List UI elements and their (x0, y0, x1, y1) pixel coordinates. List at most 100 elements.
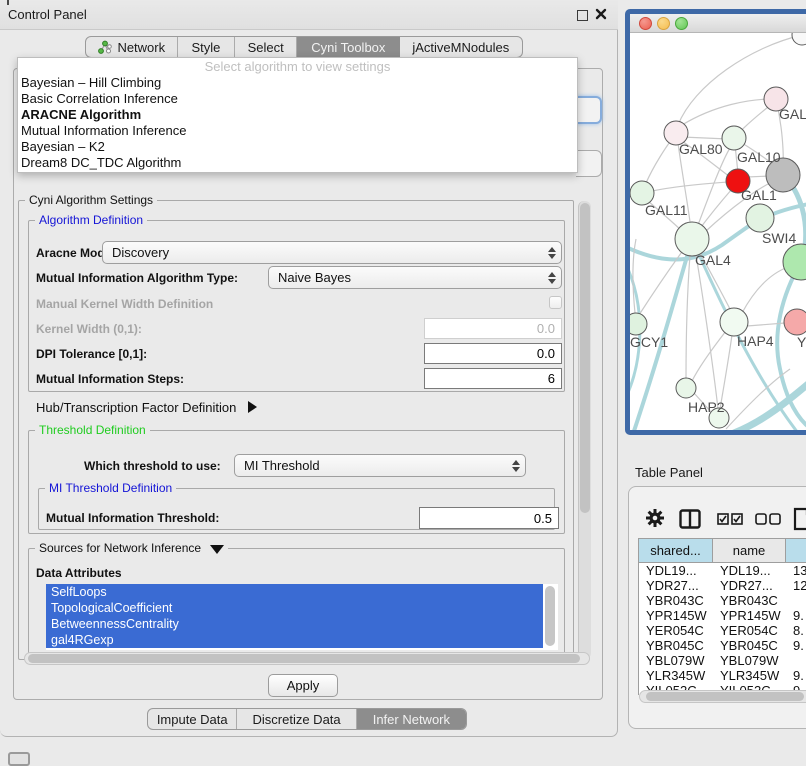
node-gal10[interactable] (722, 126, 746, 150)
algorithm-option[interactable]: Mutual Information Inference (18, 123, 577, 139)
mi-threshold-label: Mutual Information Threshold: (46, 511, 219, 525)
aracne-mode-combobox[interactable]: Discovery (102, 241, 562, 264)
dock-icon[interactable] (8, 752, 30, 766)
algorithm-option[interactable]: Dream8 DC_TDC Algorithm (18, 155, 577, 171)
scrollbar-thumb[interactable] (28, 654, 580, 663)
node[interactable] (792, 33, 806, 45)
node-swi4[interactable] (746, 204, 774, 232)
network-view-window[interactable]: GAL80 GAL10 GAL1 GAL11 SWI4 GAL4 GCY1 HA… (625, 9, 806, 435)
list-item[interactable]: BetweennessCentrality (46, 616, 543, 632)
tab-network[interactable]: Network (86, 37, 178, 57)
column-header-clipped[interactable] (786, 539, 806, 563)
close-traffic-light-icon[interactable] (639, 17, 652, 30)
table-row[interactable]: YDL19... YDL19... 13 (639, 563, 806, 578)
edge[interactable] (696, 255, 718, 409)
list-item[interactable]: TopologicalCoefficient (46, 600, 543, 616)
edge-artifact (7, 0, 9, 5)
column-header-shared-name[interactable]: shared... (639, 539, 713, 563)
minimize-traffic-light-icon[interactable] (657, 17, 670, 30)
table-row[interactable]: YBL079W YBL079W (639, 653, 806, 668)
list-item[interactable]: SelfLoops (46, 584, 543, 600)
settings-horizontal-scrollbar[interactable] (24, 652, 590, 665)
sources-group-title[interactable]: Sources for Network Inference (35, 541, 228, 555)
edge[interactable] (682, 137, 728, 139)
table-panel: shared... name YDL19... YDL19... 13 YDR2… (628, 486, 806, 729)
scrollbar-thumb[interactable] (580, 203, 590, 513)
edge[interactable] (646, 139, 672, 183)
column-header-name[interactable]: name (713, 539, 786, 563)
float-window-icon[interactable] (577, 10, 588, 21)
table-row[interactable]: YBR043C YBR043C (639, 593, 806, 608)
table-row[interactable]: YBR045C YBR045C 9. (639, 638, 806, 653)
tab-discretize-data[interactable]: Discretize Data (237, 709, 356, 729)
table-header-row: shared... name (639, 539, 806, 563)
window-title: Control Panel (8, 7, 87, 22)
node-label: GAL1 (741, 187, 777, 203)
scrollbar-thumb[interactable] (545, 586, 555, 646)
algorithm-option-selected[interactable]: ARACNE Algorithm (18, 107, 577, 123)
mi-algorithm-type-combobox[interactable]: Naive Bayes (268, 266, 562, 289)
algorithm-option[interactable]: Bayesian – K2 (18, 139, 577, 155)
network-window-titlebar (630, 14, 806, 33)
node-gal4[interactable] (675, 222, 709, 256)
column-view-icon[interactable] (679, 509, 701, 529)
kernel-width-label: Kernel Width (0,1): (36, 322, 142, 336)
mi-steps-field[interactable] (424, 368, 562, 389)
data-attributes-list: SelfLoops TopologicalCoefficient Between… (46, 584, 558, 650)
group-title: Algorithm Definition (35, 213, 147, 227)
table-row[interactable]: YLR345W YLR345W 9. (639, 668, 806, 683)
node-label: GAL11 (645, 202, 688, 218)
table-row[interactable]: YER054C YER054C 8. (639, 623, 806, 638)
control-panel-titlebar: Control Panel (0, 0, 618, 30)
table-row[interactable]: YDR27... YDR27... 12 (639, 578, 806, 593)
list-vertical-scrollbar[interactable] (545, 586, 555, 648)
tab-style[interactable]: Style (178, 37, 236, 57)
gear-icon[interactable] (646, 509, 664, 527)
combobox-arrows-icon (543, 247, 561, 259)
edge[interactable] (734, 379, 806, 431)
node-label: GCY1 (630, 334, 668, 350)
edge[interactable] (682, 99, 772, 125)
zoom-traffic-light-icon[interactable] (675, 17, 688, 30)
algorithm-dropdown-prompt: Select algorithm to view settings (18, 58, 577, 75)
scrollbar-thumb[interactable] (646, 692, 804, 701)
group-title: MI Threshold Definition (45, 481, 176, 495)
algorithm-option[interactable]: Bayesian – Hill Climbing (18, 75, 577, 91)
tab-select[interactable]: Select (235, 37, 297, 57)
select-all-checkboxes-icon[interactable] (717, 513, 743, 525)
table-horizontal-scrollbar[interactable] (639, 690, 806, 703)
edge[interactable] (652, 182, 728, 191)
node-label: GAL80 (679, 141, 723, 157)
node-salmon[interactable] (784, 309, 806, 335)
close-icon[interactable] (595, 8, 607, 20)
dpi-tolerance-field[interactable] (424, 343, 562, 364)
algorithm-option[interactable]: Basic Correlation Inference (18, 91, 577, 107)
node-table: shared... name YDL19... YDL19... 13 YDR2… (638, 538, 806, 695)
hub-definition-toggle[interactable]: Hub/Transcription Factor Definition (36, 400, 257, 415)
mi-threshold-field[interactable] (419, 507, 559, 529)
new-table-icon[interactable] (793, 507, 806, 531)
apply-button[interactable]: Apply (268, 674, 338, 697)
tab-impute-data[interactable]: Impute Data (148, 709, 237, 729)
edge[interactable] (686, 255, 690, 379)
which-threshold-combobox[interactable]: MI Threshold (234, 454, 526, 477)
tab-infer-network[interactable]: Infer Network (357, 709, 466, 729)
control-panel-window: Control Panel Network Style Select Cyni … (0, 0, 618, 737)
list-item[interactable]: gal4RGexp (46, 632, 543, 648)
combobox-arrows-icon (543, 272, 561, 284)
node-hap2[interactable] (676, 378, 696, 398)
network-canvas[interactable]: GAL80 GAL10 GAL1 GAL11 SWI4 GAL4 GCY1 HA… (630, 33, 806, 431)
network-icon (97, 40, 112, 55)
tab-jactivemnodules[interactable]: jActiveMNodules (400, 37, 522, 57)
deselect-checkboxes-icon[interactable] (755, 513, 781, 525)
manual-kernel-label: Manual Kernel Width Definition (36, 297, 213, 311)
which-threshold-label: Which threshold to use: (84, 459, 221, 473)
settings-vertical-scrollbar[interactable] (578, 201, 591, 659)
node-green[interactable] (783, 244, 806, 280)
node-hap4[interactable] (720, 308, 748, 336)
tab-cyni-toolbox[interactable]: Cyni Toolbox (297, 37, 400, 57)
table-body: YDL19... YDL19... 13 YDR27... YDR27... 1… (639, 563, 806, 695)
edge[interactable] (720, 335, 732, 409)
table-row[interactable]: YPR145W YPR145W 9. (639, 608, 806, 623)
node-gcy1[interactable] (630, 313, 647, 335)
